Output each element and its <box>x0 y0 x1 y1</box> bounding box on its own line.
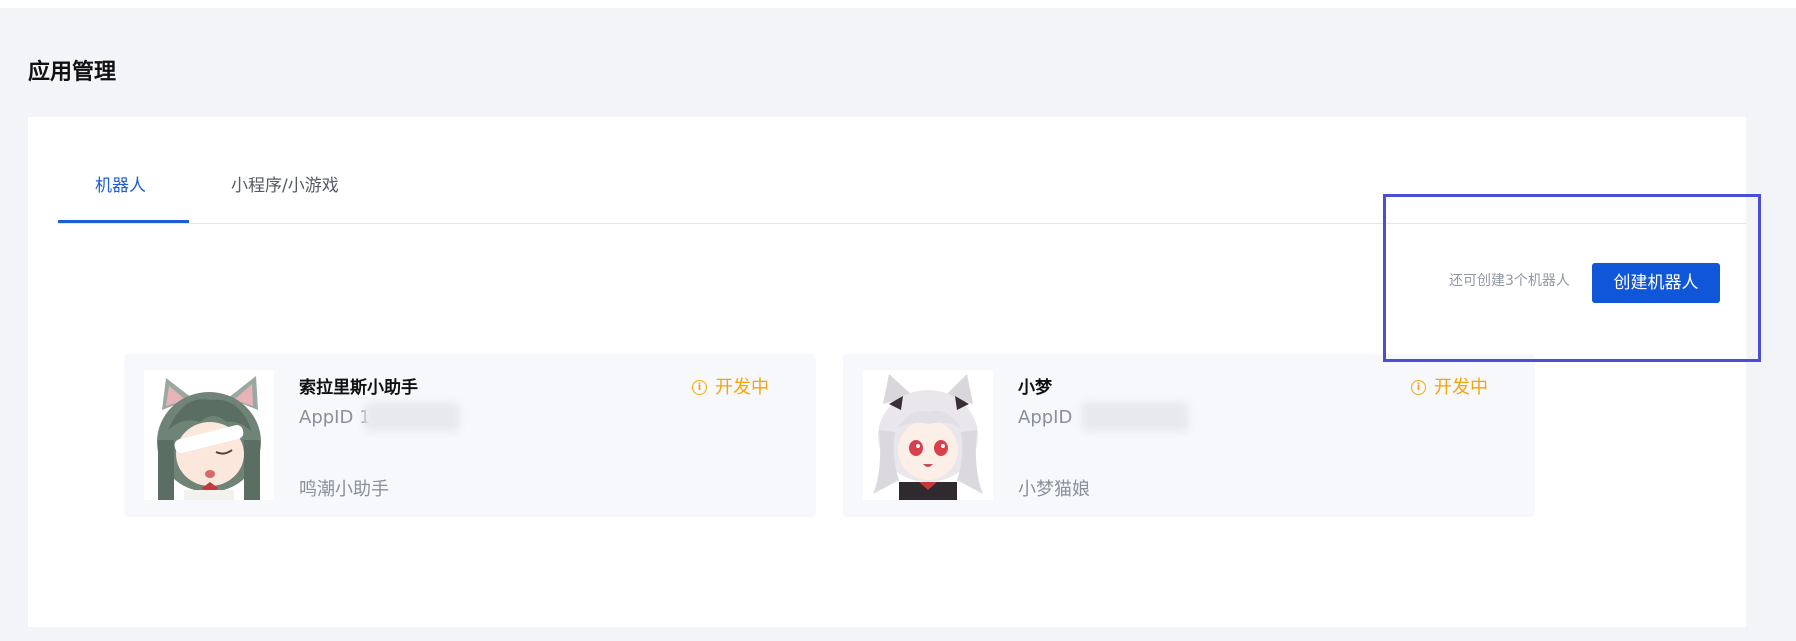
page-title: 应用管理 <box>28 60 117 85</box>
app-management-page: 应用管理 机器人 小程序/小游戏 还可创建3个机器人 创建机器人 索拉里斯小助手… <box>0 8 1796 641</box>
create-bot-button[interactable]: 创建机器人 <box>1592 263 1720 303</box>
appid-label: AppID <box>299 407 354 428</box>
active-tab-indicator <box>58 220 189 223</box>
tab-bots[interactable]: 机器人 <box>95 173 146 223</box>
appid-redaction <box>1081 402 1189 432</box>
bot-status: i 开发中 <box>1411 376 1488 400</box>
white-hair-catgirl-avatar-icon <box>863 370 993 500</box>
appid-redaction <box>364 402 460 432</box>
status-label: 开发中 <box>1434 377 1488 398</box>
bot-avatar <box>144 370 274 500</box>
tab-bar: 机器人 小程序/小游戏 <box>58 117 1746 224</box>
bot-appid: AppID <box>1018 406 1072 430</box>
bot-appid: AppID 1 <box>299 406 371 430</box>
info-circle-icon: i <box>692 379 707 395</box>
bot-description: 小梦猫娘 <box>1018 479 1090 500</box>
bot-name: 小梦 <box>1018 378 1052 398</box>
appid-label: AppID <box>1018 407 1073 428</box>
info-circle-icon: i <box>1411 379 1426 395</box>
cat-ear-girl-avatar-icon <box>144 370 274 500</box>
bot-description: 鸣潮小助手 <box>299 479 389 500</box>
bot-panel: 机器人 小程序/小游戏 还可创建3个机器人 创建机器人 索拉里斯小助手 AppI… <box>28 117 1746 627</box>
tab-mini-programs[interactable]: 小程序/小游戏 <box>231 173 339 223</box>
bot-avatar <box>863 370 993 500</box>
bot-card[interactable]: 索拉里斯小助手 AppID 1 鸣潮小助手 i 开发中 <box>124 354 816 517</box>
bot-card[interactable]: 小梦 AppID 小梦猫娘 i 开发中 <box>843 354 1535 517</box>
remaining-quota-text: 还可创建3个机器人 <box>1449 273 1570 289</box>
status-label: 开发中 <box>715 377 769 398</box>
bot-status: i 开发中 <box>692 376 769 400</box>
bot-name: 索拉里斯小助手 <box>299 378 418 398</box>
